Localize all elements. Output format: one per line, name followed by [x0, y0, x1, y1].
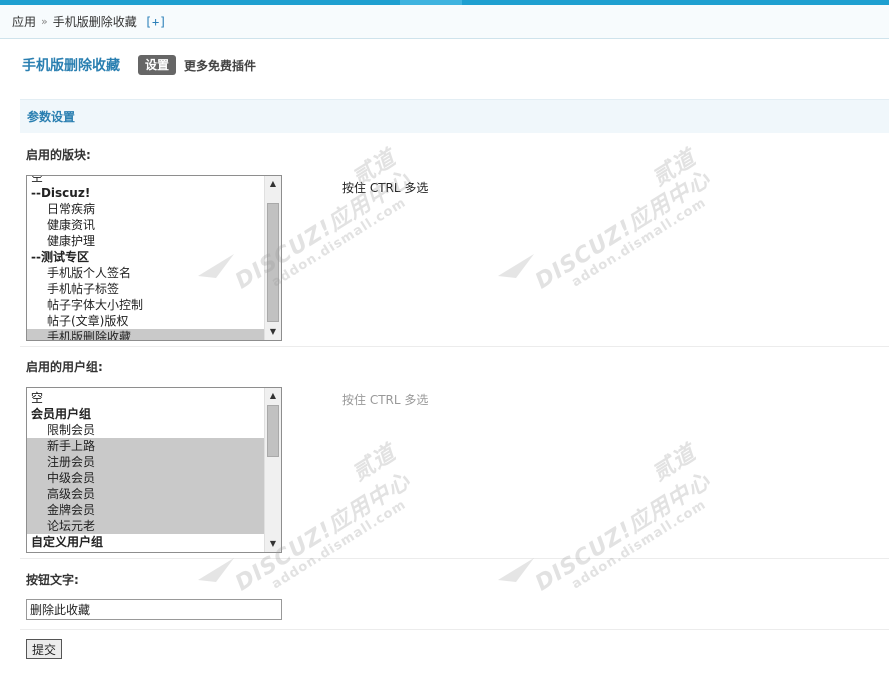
scroll-thumb[interactable]: [267, 203, 279, 322]
forum-option[interactable]: 帖子(文章)版权: [27, 313, 264, 329]
group-option[interactable]: 空: [27, 390, 264, 406]
group-option[interactable]: 金牌会员: [27, 502, 264, 518]
watermark-brand: DISCUZ!应用中心: [531, 166, 716, 295]
scroll-up-icon[interactable]: ▲: [265, 389, 281, 403]
forum-option[interactable]: 日常疾病: [27, 201, 264, 217]
divider: [20, 346, 889, 347]
forums-hint: 按住 CTRL 多选: [342, 181, 429, 195]
breadcrumb-root[interactable]: 应用: [12, 13, 36, 30]
breadcrumb-separator: »: [41, 15, 48, 28]
forum-option[interactable]: 手机版删除收藏: [27, 329, 264, 340]
tab-settings[interactable]: 设置: [138, 55, 177, 75]
submit-button[interactable]: 提交: [26, 639, 62, 659]
group-option: 会员用户组: [31, 407, 92, 421]
watermark-site: addon.dismall.com: [569, 195, 710, 291]
watermark-logo-icon: [498, 254, 534, 278]
forum-option[interactable]: 帖子字体大小控制: [27, 297, 264, 313]
tab-more-plugins[interactable]: 更多免费插件: [184, 57, 256, 74]
group-option: 自定义用户组: [31, 535, 104, 549]
forums-label: 启用的版块:: [26, 148, 91, 162]
forums-scrollbar[interactable]: ▲ ▼: [264, 176, 281, 340]
watermark-logo-icon: [198, 558, 234, 582]
groups-multiselect[interactable]: 空会员用户组 限制会员 新手上路 注册会员 中级会员 高级会员 金牌会员 论坛元老 自定义用户组…: [26, 387, 282, 553]
forum-option: --测试专区: [31, 250, 89, 264]
button-text-input[interactable]: [26, 599, 282, 620]
watermark-site: addon.dismall.com: [269, 195, 410, 291]
plugin-header: 手机版删除收藏 设置 更多免费插件: [22, 54, 256, 76]
groups-hint: 按住 CTRL 多选: [342, 393, 429, 407]
plugin-title: 手机版删除收藏: [22, 58, 120, 74]
scroll-up-icon[interactable]: ▲: [265, 177, 281, 191]
button-text-label: 按钮文字:: [26, 573, 79, 587]
watermark-brand: DISCUZ!应用中心: [531, 468, 716, 597]
watermark-mark-text: 贰道: [648, 440, 701, 487]
groups-scrollbar[interactable]: ▲ ▼: [264, 388, 281, 552]
groups-label: 启用的用户组:: [26, 360, 103, 374]
forum-option: --Discuz!: [31, 186, 91, 200]
forums-multiselect[interactable]: 空 --Discuz! 日常疾病 健康资讯 健康护理 --测试专区 手机版个人签名 手机帖子标…: [26, 175, 282, 341]
forum-option[interactable]: 手机版个人签名: [27, 265, 264, 281]
forums-options: 空 --Discuz! 日常疾病 健康资讯 健康护理 --测试专区 手机版个人签名 手机帖子标…: [27, 176, 264, 340]
group-option[interactable]: 新手上路: [27, 438, 264, 454]
forum-option[interactable]: 健康资讯: [27, 217, 264, 233]
watermark-site: addon.dismall.com: [569, 497, 710, 593]
forum-option[interactable]: 空: [27, 176, 264, 185]
watermark-mark-text: 贰道: [648, 145, 701, 192]
watermark: DISCUZ!应用中心 addon.dismall.com: [528, 109, 806, 306]
group-option[interactable]: 高级会员: [27, 486, 264, 502]
watermark-logo-icon: [498, 558, 534, 582]
forum-option[interactable]: 手机帖子标签: [27, 281, 264, 297]
watermark-mark: 贰道: [645, 123, 730, 193]
breadcrumb: 应用 » 手机版删除收藏 [+]: [0, 5, 889, 39]
watermark-mark-text: 贰道: [348, 440, 401, 487]
section-title: 参数设置: [20, 99, 889, 133]
group-option[interactable]: 中级会员: [27, 470, 264, 486]
watermark-site: addon.dismall.com: [269, 497, 410, 593]
divider: [20, 558, 889, 559]
watermark-mark: 贰道: [645, 418, 730, 488]
scroll-down-icon[interactable]: ▼: [265, 537, 281, 551]
add-shortcut-button[interactable]: [+]: [145, 15, 167, 29]
watermark: DISCUZ!应用中心 addon.dismall.com: [528, 411, 806, 608]
group-option[interactable]: 限制会员: [27, 422, 264, 438]
scroll-thumb[interactable]: [267, 405, 279, 457]
scroll-down-icon[interactable]: ▼: [265, 325, 281, 339]
group-option[interactable]: 论坛元老: [27, 518, 264, 534]
group-option[interactable]: 注册会员: [27, 454, 264, 470]
watermark-mark: 贰道: [345, 418, 430, 488]
divider: [20, 629, 889, 630]
forum-option[interactable]: 健康护理: [27, 233, 264, 249]
breadcrumb-current: 手机版删除收藏: [52, 15, 137, 29]
groups-options: 空会员用户组 限制会员 新手上路 注册会员 中级会员 高级会员 金牌会员 论坛元老 自定义用户组: [27, 390, 264, 552]
